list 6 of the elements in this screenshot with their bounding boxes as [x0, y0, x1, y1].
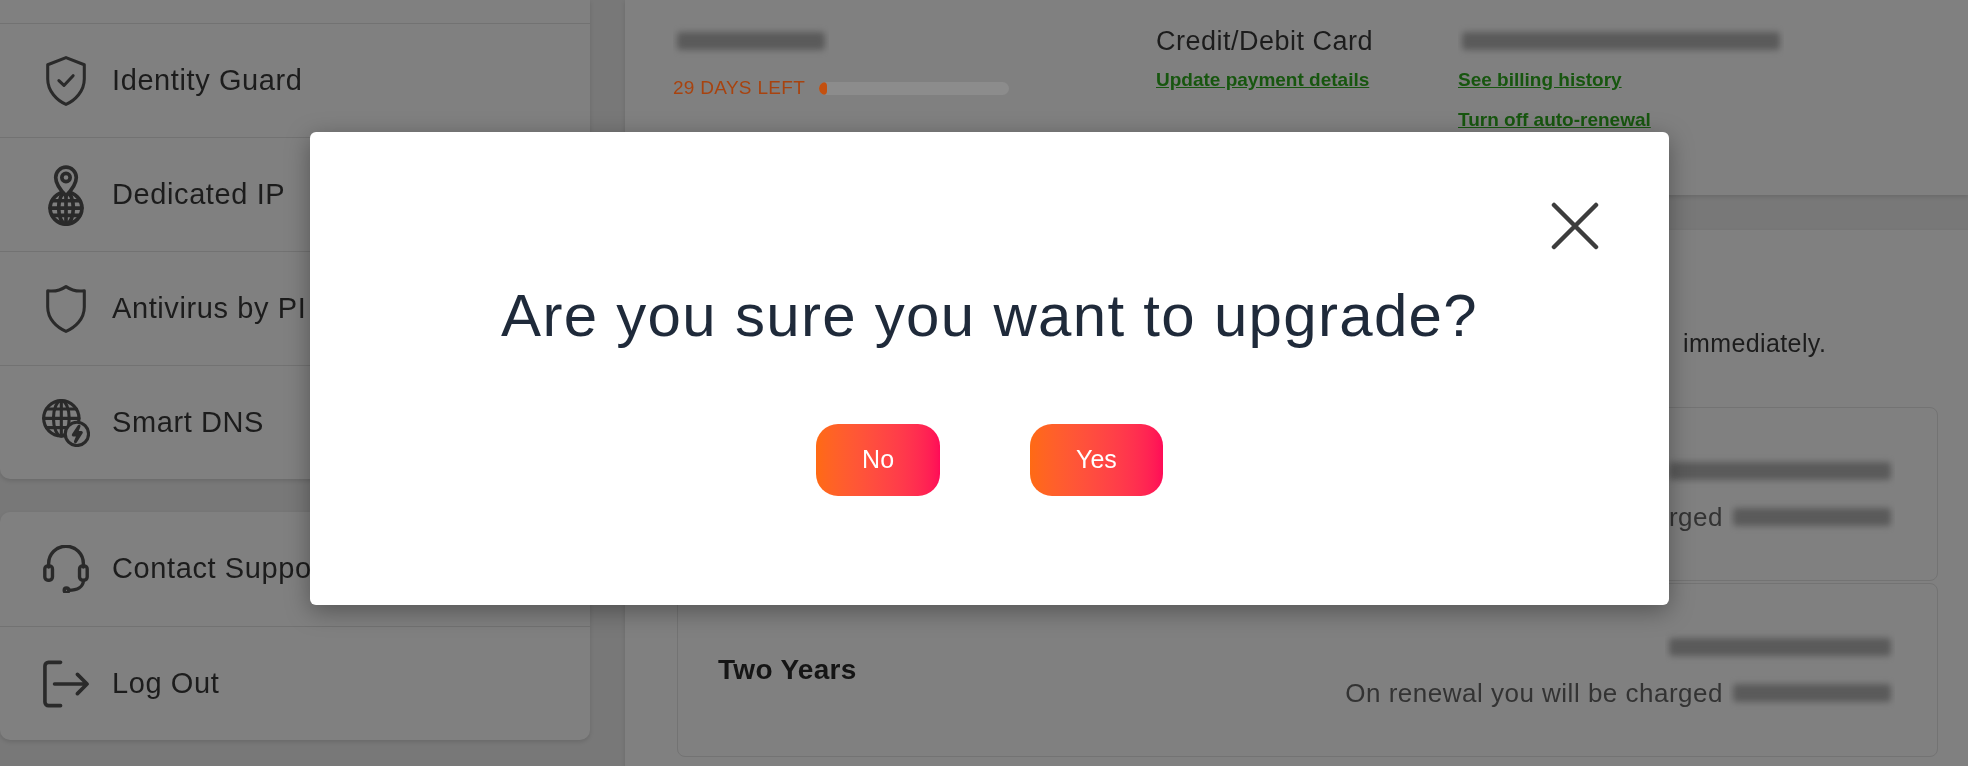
plan-name: Two Years — [718, 653, 857, 687]
renewal-text: rged — [1668, 501, 1723, 533]
upgrade-description: immediately. — [1683, 328, 1828, 359]
renewal-text: On renewal you will be charged — [1345, 677, 1723, 709]
payment-method-text: Credit/Debit Card — [1156, 25, 1374, 58]
days-left-text: 29 DAYS LEFT — [673, 76, 806, 100]
